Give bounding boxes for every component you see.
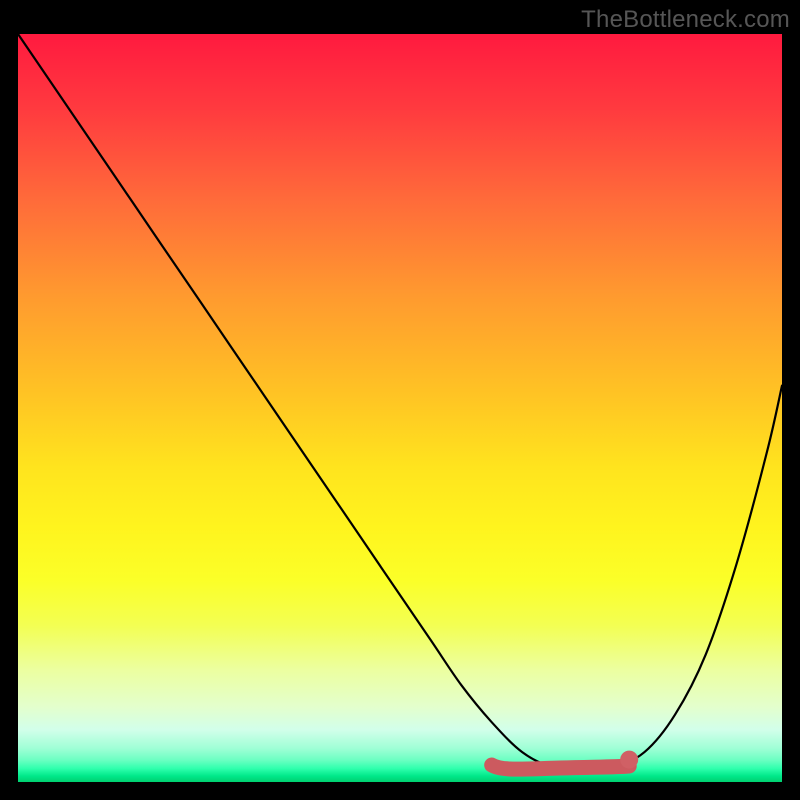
- valley-highlight: [492, 765, 630, 769]
- chart-border: TheBottleneck.com: [0, 0, 800, 800]
- chart-svg: [18, 34, 782, 782]
- bottleneck-curve: [18, 34, 782, 768]
- highlight-dot: [620, 751, 638, 769]
- watermark-text: TheBottleneck.com: [581, 6, 790, 34]
- chart-gradient-area: [18, 34, 782, 782]
